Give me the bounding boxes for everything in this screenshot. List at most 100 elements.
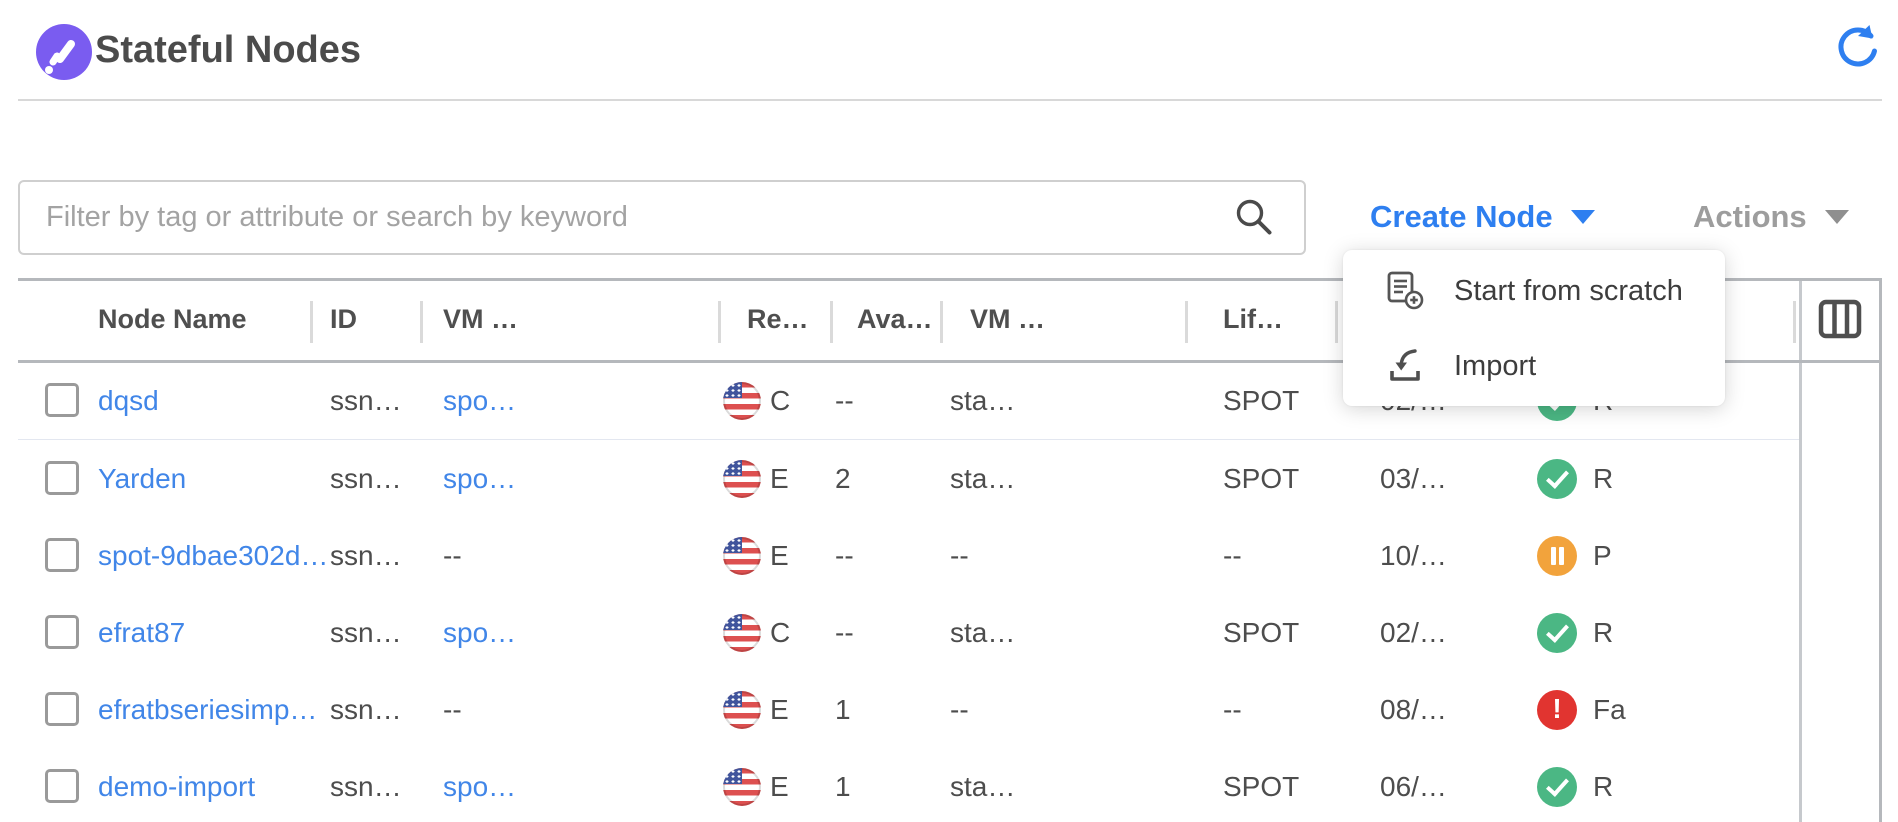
refresh-button[interactable] (1833, 23, 1881, 71)
vm-link[interactable]: spo… (443, 771, 516, 803)
availability-cell: 1 (835, 694, 851, 726)
import-icon (1383, 344, 1427, 388)
column-divider[interactable] (830, 301, 833, 343)
header-divider (18, 99, 1882, 101)
menu-item-start-from-scratch[interactable]: Start from scratch (1343, 255, 1725, 327)
vm-size-cell: -- (950, 694, 969, 726)
column-divider[interactable] (1185, 301, 1188, 343)
status-icon (1537, 459, 1577, 499)
column-header-region[interactable]: Re… (747, 304, 809, 335)
created-cell: 06/… (1380, 771, 1447, 803)
availability-cell: 2 (835, 463, 851, 495)
availability-cell: -- (835, 385, 854, 417)
status-icon (1537, 767, 1577, 807)
stateful-nodes-page: Stateful Nodes Create Node Actions Node … (0, 0, 1898, 822)
vm-link[interactable]: spo… (443, 385, 516, 417)
menu-item-import[interactable]: Import (1343, 330, 1725, 402)
row-checkbox[interactable] (45, 692, 79, 726)
column-divider[interactable] (420, 301, 423, 343)
column-divider[interactable] (718, 301, 721, 343)
actions-label: Actions (1693, 199, 1807, 235)
lifecycle-cell: SPOT (1223, 385, 1299, 417)
node-name-link[interactable]: efratbseriesimp… (98, 694, 317, 726)
lifecycle-cell: -- (1223, 540, 1242, 572)
availability-cell: -- (835, 540, 854, 572)
menu-item-label: Start from scratch (1454, 275, 1683, 308)
us-flag-icon (723, 614, 761, 652)
region-cell: E (770, 463, 789, 495)
node-id: ssn… (330, 385, 402, 417)
row-checkbox[interactable] (45, 461, 79, 495)
us-flag-icon (723, 460, 761, 498)
node-id: ssn… (330, 463, 402, 495)
vm-size-cell: sta… (950, 463, 1015, 495)
column-header-lifecycle[interactable]: Lif… (1223, 304, 1283, 335)
column-header-node-name[interactable]: Node Name (98, 304, 247, 335)
table-row: efratbseriesimp… ssn… -- E 1 -- -- 08/… … (18, 671, 1799, 750)
node-name-link[interactable]: dqsd (98, 385, 159, 417)
column-header-id[interactable]: ID (330, 304, 357, 335)
vm-size-cell: sta… (950, 617, 1015, 649)
column-divider[interactable] (1335, 301, 1338, 343)
status-icon (1537, 613, 1577, 653)
vm-size-cell: -- (950, 540, 969, 572)
node-id: ssn… (330, 617, 402, 649)
availability-cell: -- (835, 617, 854, 649)
column-divider[interactable] (1793, 301, 1796, 343)
column-header-vm2[interactable]: VM … (970, 304, 1045, 335)
node-name-link[interactable]: spot-9dbae302d… (98, 540, 328, 572)
node-id: ssn… (330, 771, 402, 803)
lifecycle-cell: SPOT (1223, 771, 1299, 803)
search-icon[interactable] (1233, 196, 1277, 240)
menu-item-label: Import (1454, 350, 1536, 383)
availability-cell: 1 (835, 771, 851, 803)
filter-search-input[interactable] (18, 180, 1306, 255)
table-row: spot-9dbae302d… ssn… -- E -- -- -- 10/… … (18, 517, 1799, 596)
vm-link: -- (443, 540, 462, 572)
column-divider[interactable] (310, 301, 313, 343)
spot-logo-icon (36, 24, 92, 80)
region-cell: C (770, 617, 790, 649)
created-cell: 10/… (1380, 540, 1447, 572)
node-name-link[interactable]: demo-import (98, 771, 255, 803)
column-header-availability[interactable]: Ava… (857, 304, 933, 335)
table-row: efrat87 ssn… spo… C -- sta… SPOT 02/… R (18, 594, 1799, 673)
lifecycle-cell: SPOT (1223, 463, 1299, 495)
row-checkbox[interactable] (45, 383, 79, 417)
status-icon (1537, 536, 1577, 576)
status-cell: R (1593, 463, 1613, 495)
create-node-button[interactable]: Create Node (1370, 195, 1595, 239)
node-name-link[interactable]: Yarden (98, 463, 186, 495)
column-picker-button[interactable] (1818, 299, 1862, 339)
node-name-link[interactable]: efrat87 (98, 617, 185, 649)
us-flag-icon (723, 768, 761, 806)
lifecycle-cell: SPOT (1223, 617, 1299, 649)
create-node-label: Create Node (1370, 199, 1553, 235)
table-row: demo-import ssn… spo… E 1 sta… SPOT 06/…… (18, 748, 1799, 822)
vm-size-cell: sta… (950, 771, 1015, 803)
column-header-vm[interactable]: VM … (443, 304, 518, 335)
region-cell: C (770, 385, 790, 417)
vm-link[interactable]: spo… (443, 617, 516, 649)
us-flag-icon (723, 537, 761, 575)
region-cell: E (770, 540, 789, 572)
document-add-icon (1383, 269, 1427, 313)
table-row: Yarden ssn… spo… E 2 sta… SPOT 03/… R (18, 440, 1799, 519)
row-checkbox[interactable] (45, 615, 79, 649)
vm-link: -- (443, 694, 462, 726)
vm-link[interactable]: spo… (443, 463, 516, 495)
node-id: ssn… (330, 540, 402, 572)
created-cell: 03/… (1380, 463, 1447, 495)
actions-button[interactable]: Actions (1693, 195, 1849, 239)
column-divider[interactable] (940, 301, 943, 343)
page-title: Stateful Nodes (95, 29, 361, 72)
lifecycle-cell: -- (1223, 694, 1242, 726)
created-cell: 02/… (1380, 617, 1447, 649)
caret-down-icon (1571, 210, 1595, 224)
row-checkbox[interactable] (45, 769, 79, 803)
status-cell: R (1593, 771, 1613, 803)
status-cell: Fa (1593, 694, 1626, 726)
status-cell: P (1593, 540, 1612, 572)
row-checkbox[interactable] (45, 538, 79, 572)
status-icon (1537, 690, 1577, 730)
